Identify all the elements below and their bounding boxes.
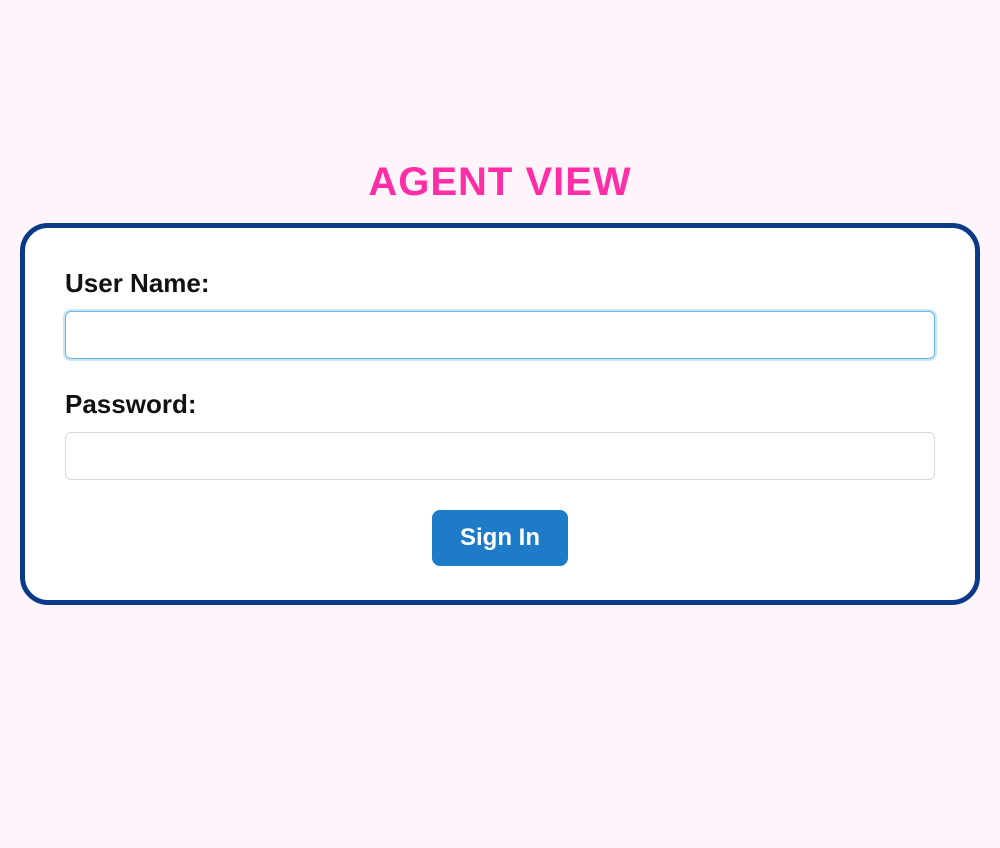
username-input[interactable] — [65, 311, 935, 359]
username-label: User Name: — [65, 268, 935, 299]
password-field-group: Password: — [65, 389, 935, 480]
password-input[interactable] — [65, 432, 935, 480]
sign-in-button[interactable]: Sign In — [432, 510, 568, 566]
page-title: AGENT VIEW — [0, 0, 1000, 223]
username-field-group: User Name: — [65, 268, 935, 359]
login-panel: User Name: Password: Sign In — [20, 223, 980, 605]
button-row: Sign In — [65, 510, 935, 566]
password-label: Password: — [65, 389, 935, 420]
